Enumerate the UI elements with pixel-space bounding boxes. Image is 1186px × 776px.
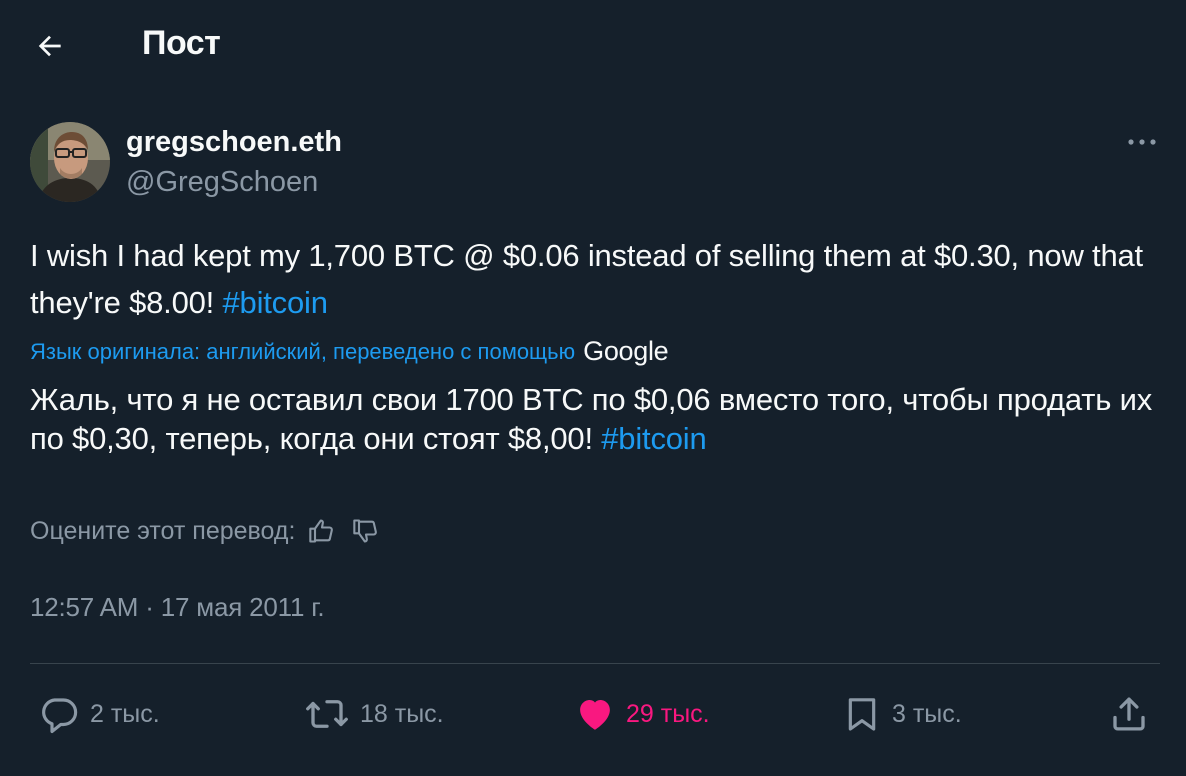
thumbs-down-icon: [353, 519, 378, 543]
rate-translation: Оцените этот перевод:: [30, 514, 383, 548]
bookmark-button[interactable]: 3 тыс.: [842, 690, 962, 738]
rate-good-button[interactable]: [305, 514, 339, 548]
share-button[interactable]: [1108, 690, 1150, 738]
author-handle[interactable]: @GregSchoen: [126, 166, 318, 199]
translation-note: Язык оригинала: английский, переведено с…: [30, 336, 669, 367]
back-button[interactable]: [30, 26, 70, 66]
rate-bad-button[interactable]: [349, 514, 383, 548]
like-count: 29 тыс.: [626, 699, 710, 728]
rate-translation-label: Оцените этот перевод:: [30, 516, 296, 545]
author-display-name[interactable]: gregschoen.eth: [126, 126, 342, 159]
heart-icon: [580, 700, 610, 730]
like-button[interactable]: 29 тыс.: [574, 690, 710, 738]
divider: [30, 663, 1160, 664]
tweet-author: gregschoen.eth @GregSchoen: [30, 122, 1160, 204]
repost-icon: [306, 700, 348, 728]
thumbs-up-icon: [309, 519, 334, 543]
repost-count: 18 тыс.: [360, 699, 444, 728]
arrow-left-icon: [38, 35, 61, 57]
tweet-body: I wish I had kept my 1,700 BTC @ $0.06 i…: [30, 238, 1143, 320]
translated-text: Жаль, что я не оставил свои 1700 BTC по …: [30, 380, 1165, 458]
bookmark-count: 3 тыс.: [892, 699, 962, 728]
share-icon: [1113, 697, 1145, 731]
translated-hashtag-link[interactable]: #bitcoin: [601, 421, 706, 456]
bookmark-icon: [848, 698, 876, 731]
avatar[interactable]: [30, 122, 110, 202]
page-title: Пост: [142, 24, 221, 62]
tweet-text: I wish I had kept my 1,700 BTC @ $0.06 i…: [30, 232, 1165, 326]
reply-count: 2 тыс.: [90, 699, 160, 728]
more-button[interactable]: [1124, 130, 1160, 154]
tweet-timestamp[interactable]: 12:57 AM · 17 мая 2011 г.: [30, 592, 325, 623]
google-wordmark: Google: [583, 336, 669, 366]
top-bar: Пост: [0, 0, 1186, 92]
reply-icon: [42, 698, 78, 734]
reply-button[interactable]: 2 тыс.: [38, 690, 160, 738]
repost-button[interactable]: 18 тыс.: [304, 690, 444, 738]
hashtag-link[interactable]: #bitcoin: [223, 285, 328, 320]
more-icon: [1128, 139, 1156, 145]
translated-body: Жаль, что я не оставил свои 1700 BTC по …: [30, 382, 1152, 456]
translation-note-text: Язык оригинала: английский, переведено с…: [30, 338, 576, 364]
